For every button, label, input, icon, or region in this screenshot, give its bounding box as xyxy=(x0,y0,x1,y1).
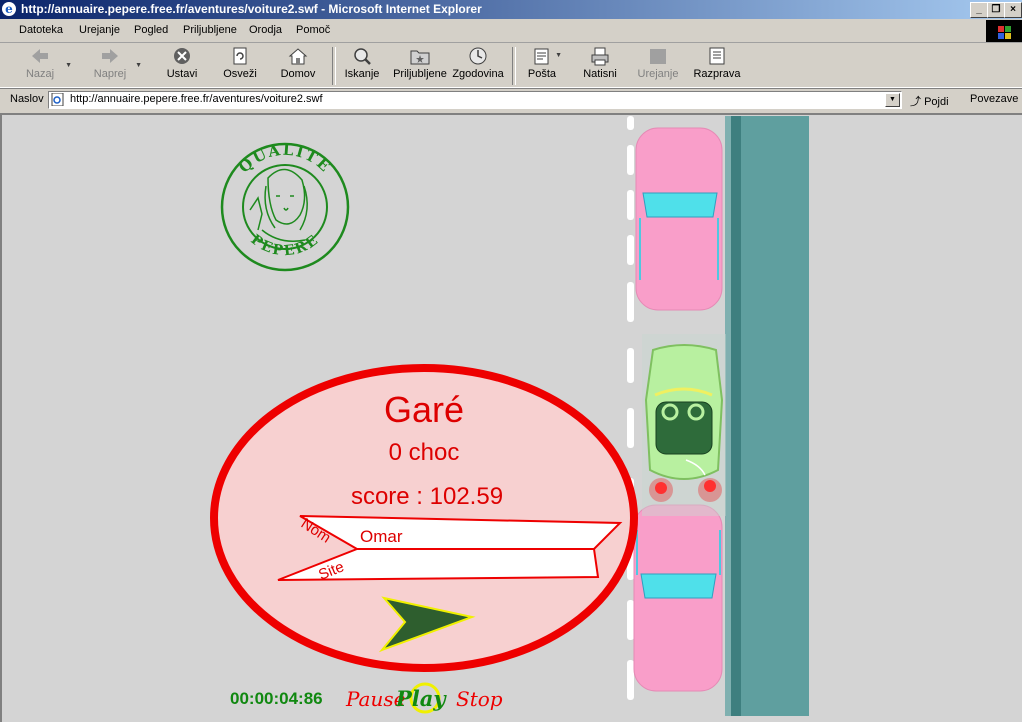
stop-button[interactable]: Ustavi xyxy=(160,46,204,86)
logo-text-bottom: PEPERE xyxy=(248,232,321,260)
score-panel: Garé 0 choc score : 102.59 Nom Omar Site xyxy=(210,364,638,672)
svg-text:QUALITE: QUALITE xyxy=(235,141,335,177)
forward-arrow-icon xyxy=(102,49,118,63)
park-status-text: Garé xyxy=(384,389,464,430)
stop-button[interactable]: Stop xyxy=(456,687,503,711)
go-arrow-icon: ⤴ xyxy=(910,96,921,108)
search-icon xyxy=(354,48,371,65)
print-button[interactable]: Natisni xyxy=(578,46,622,86)
back-arrow-icon xyxy=(32,49,48,63)
address-label: Naslov xyxy=(10,93,44,105)
toolbar-separator xyxy=(332,47,336,85)
printer-icon xyxy=(591,47,609,66)
page-icon xyxy=(51,93,64,106)
play-button[interactable]: Play xyxy=(395,686,447,711)
hit-count-text: 0 choc xyxy=(389,439,460,466)
river-strip xyxy=(725,116,809,716)
refresh-button[interactable]: Osveži xyxy=(218,46,262,86)
close-button[interactable]: × xyxy=(1004,2,1022,18)
menu-pogled[interactable]: Pogled xyxy=(134,24,168,36)
favorites-folder-icon xyxy=(410,50,430,65)
home-button[interactable]: Domov xyxy=(276,46,320,86)
forward-button[interactable]: Naprej ▼ xyxy=(88,46,142,86)
menu-priljubljene[interactable]: Priljubljene xyxy=(183,24,237,36)
road-lane-markings xyxy=(627,116,634,700)
menu-pomoc[interactable]: Pomoč xyxy=(296,24,330,36)
name-value[interactable]: Omar xyxy=(360,527,403,546)
windows-logo-icon xyxy=(986,20,1022,42)
ie-logo-icon: e xyxy=(2,2,16,16)
menu-datoteka[interactable]: Datoteka xyxy=(19,24,63,36)
links-button[interactable]: Povezave xyxy=(970,93,1018,105)
mail-icon xyxy=(534,48,549,65)
toolbar: Nazaj ▼ Naprej ▼ Ustavi Osveži Domov Isk… xyxy=(0,43,1022,88)
parked-pink-car-top xyxy=(635,127,723,311)
discuss-button[interactable]: Razprava xyxy=(692,46,742,86)
svg-text:PEPERE: PEPERE xyxy=(248,232,323,260)
history-button[interactable]: Zgodovina xyxy=(450,46,506,86)
refresh-icon xyxy=(233,47,247,65)
parked-pink-car-bottom xyxy=(633,504,723,692)
minimize-button[interactable]: _ xyxy=(970,2,988,18)
mail-button[interactable]: Pošta ▼ xyxy=(520,46,564,86)
edit-button[interactable]: Urejanje xyxy=(635,46,681,86)
mail-dropdown-icon[interactable]: ▼ xyxy=(555,52,562,59)
home-icon xyxy=(288,48,308,65)
game-timer: 00:00:04:86 xyxy=(230,689,323,708)
flash-game[interactable]: QUALITE PEPERE Garé 0 choc score : 102.5… xyxy=(0,113,1022,722)
discuss-icon xyxy=(709,47,725,65)
address-input[interactable]: http://annuaire.pepere.free.fr/aventures… xyxy=(48,91,902,109)
back-dropdown-icon[interactable]: ▼ xyxy=(65,62,72,69)
go-button[interactable]: ⤴ Pojdi xyxy=(910,93,949,109)
address-dropdown-icon[interactable]: ▼ xyxy=(885,93,900,107)
search-button[interactable]: Iskanje xyxy=(340,46,384,86)
menu-orodja[interactable]: Orodja xyxy=(249,24,282,36)
stop-icon xyxy=(174,48,190,64)
score-text: score : 102.59 xyxy=(351,483,503,510)
menu-urejanje[interactable]: Urejanje xyxy=(79,24,120,36)
logo-text-top: QUALITE xyxy=(235,141,333,177)
name-field[interactable] xyxy=(299,515,623,550)
favorites-button[interactable]: Priljubljene xyxy=(393,46,447,86)
window-title: http://annuaire.pepere.free.fr/aventures… xyxy=(21,2,482,16)
back-button[interactable]: Nazaj ▼ xyxy=(18,46,72,86)
forward-dropdown-icon[interactable]: ▼ xyxy=(135,62,142,69)
qualite-pepere-logo: QUALITE PEPERE xyxy=(220,141,350,272)
title-bar: e http://annuaire.pepere.free.fr/aventur… xyxy=(0,0,1022,19)
edit-icon xyxy=(650,49,666,64)
toolbar-separator xyxy=(512,47,516,85)
address-url: http://annuaire.pepere.free.fr/aventures… xyxy=(70,93,323,105)
menu-bar: Datoteka Urejanje Pogled Priljubljene Or… xyxy=(0,20,1022,43)
history-icon xyxy=(469,47,487,65)
player-green-car xyxy=(642,334,726,516)
restore-button[interactable]: ❐ xyxy=(987,2,1005,18)
address-bar: Naslov http://annuaire.pepere.free.fr/av… xyxy=(0,88,1022,111)
